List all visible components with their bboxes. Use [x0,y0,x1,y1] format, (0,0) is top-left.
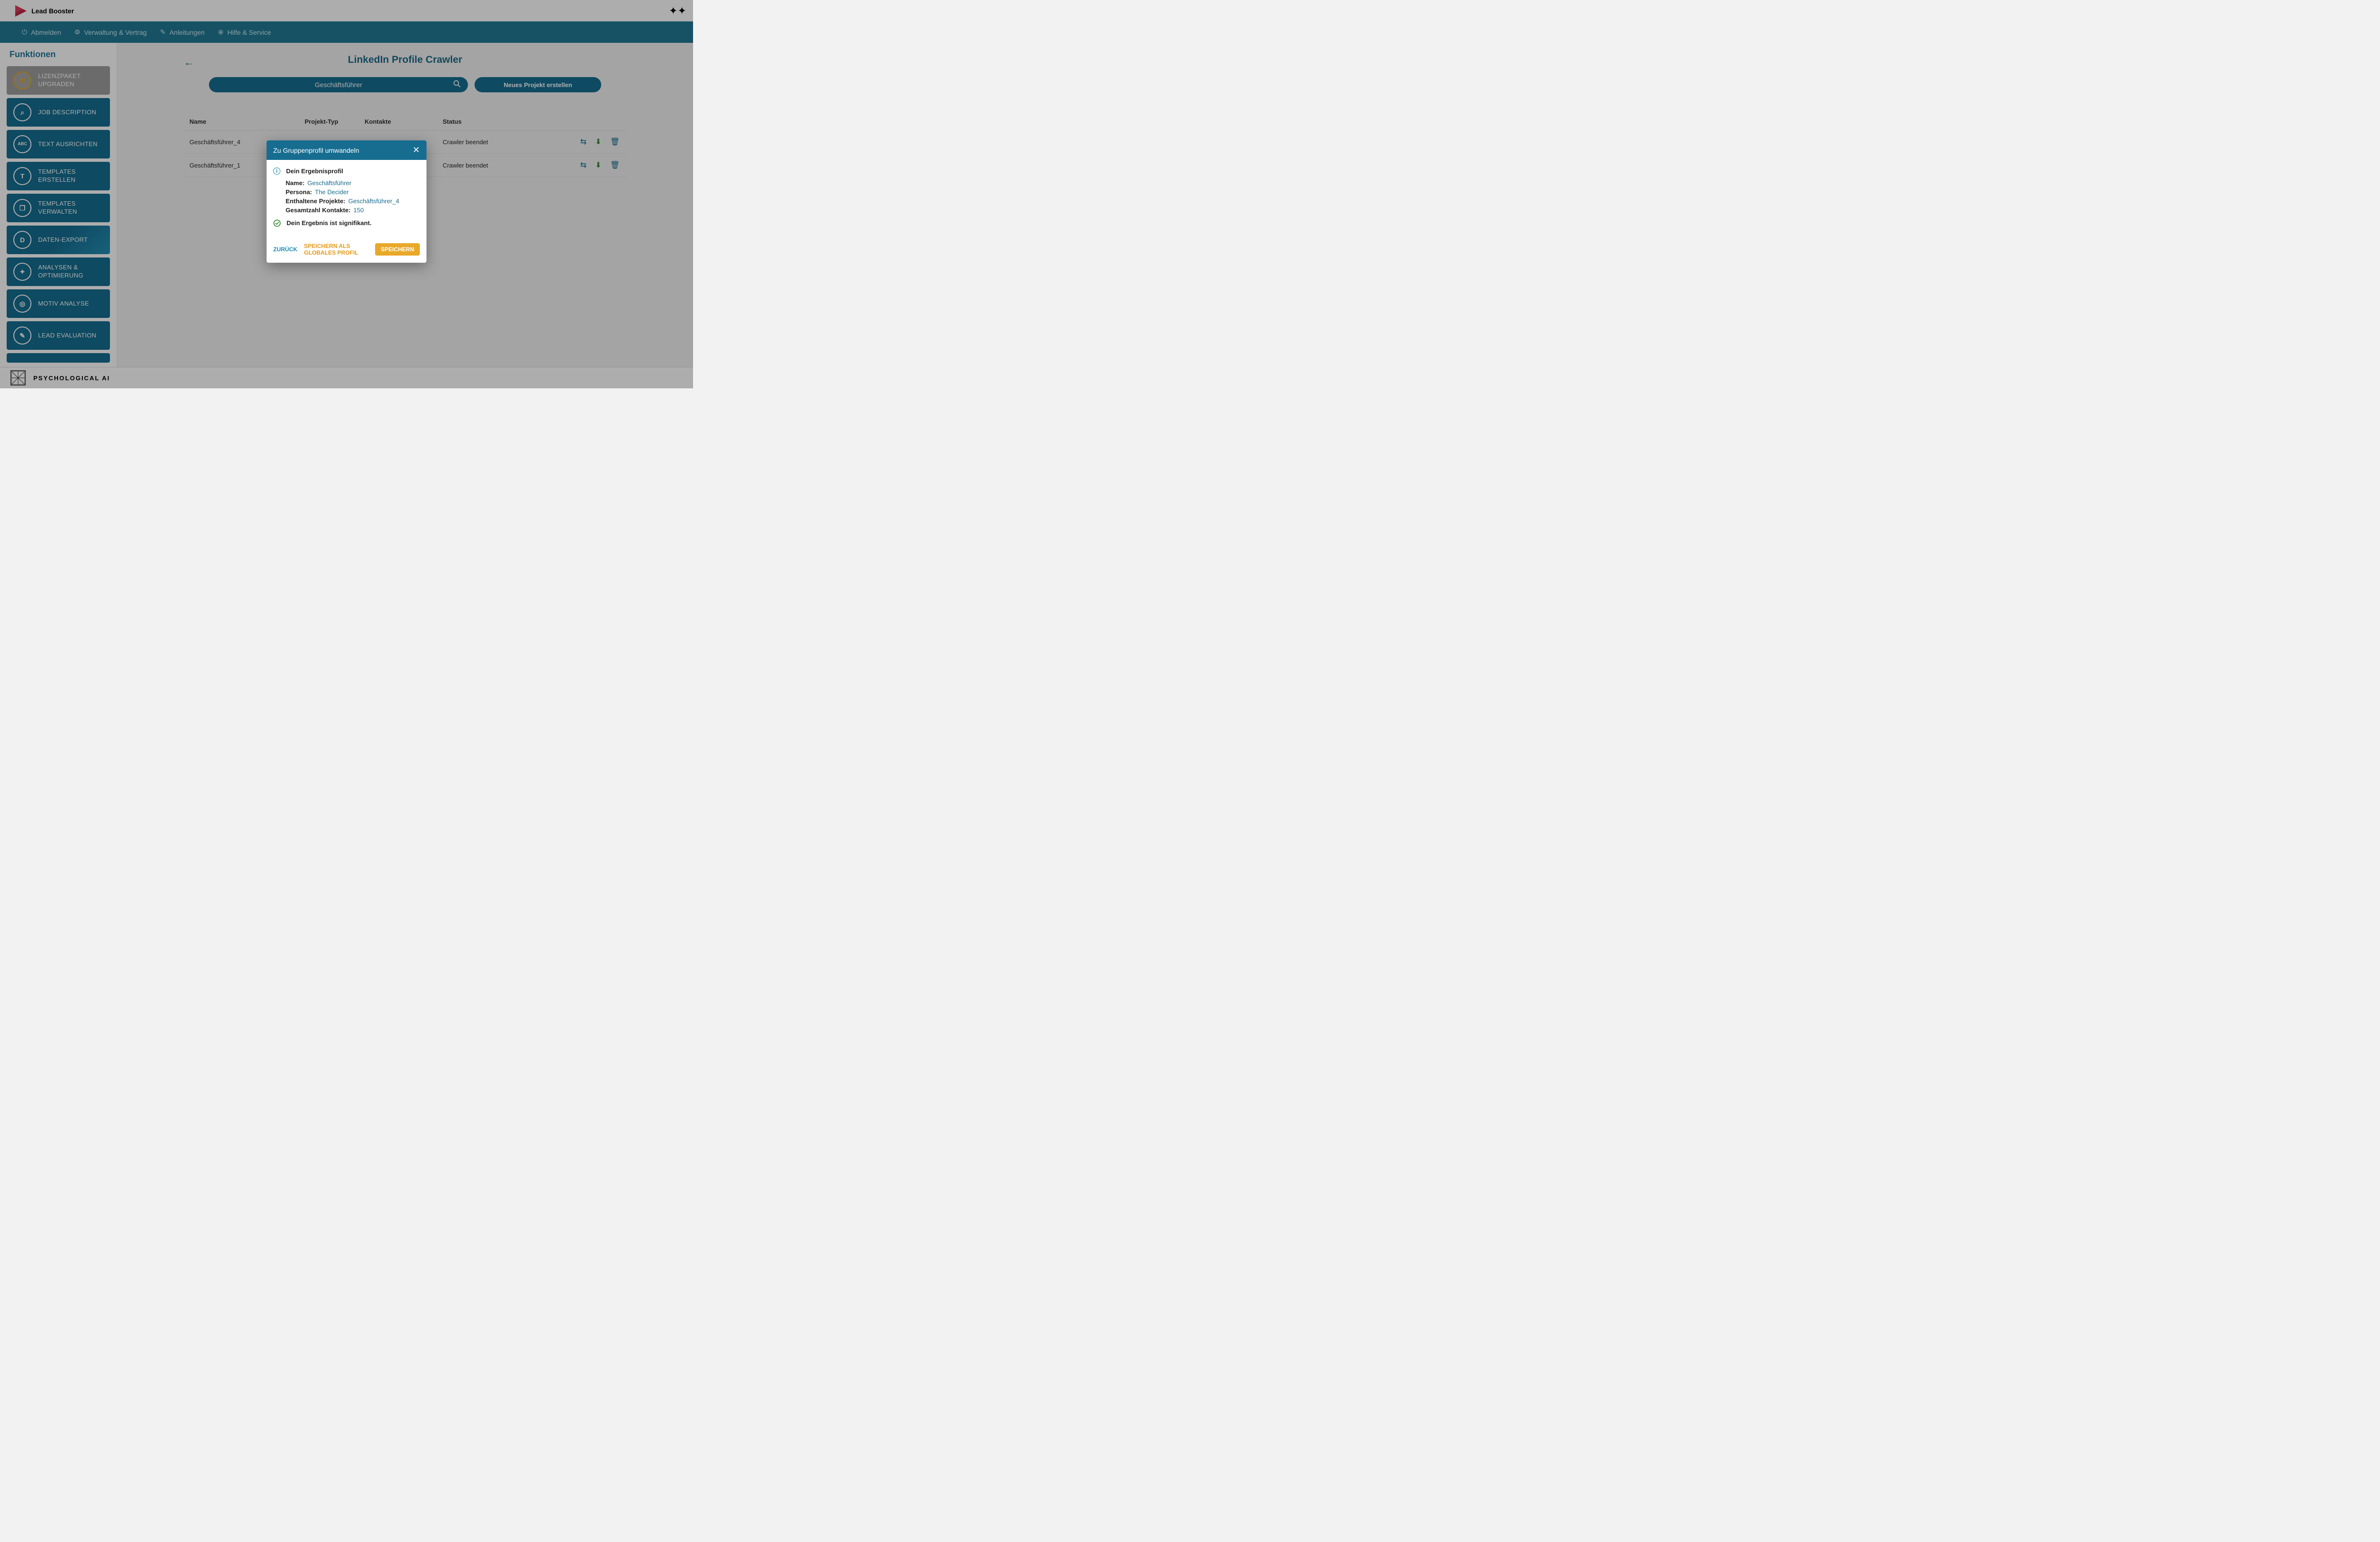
save-button[interactable]: SPEICHERN [375,243,420,256]
modal-result-heading: Dein Ergebnisprofil [286,168,343,175]
modal-title: Zu Gruppenprofil umwandeln [273,147,359,154]
field-name-value: Geschäftsführer [307,179,352,187]
field-persona-label: Persona: [286,188,312,196]
convert-group-modal: Zu Gruppenprofil umwandeln ✕ i Dein Erge… [267,140,426,263]
field-contacts-label: Gesamtzahl Kontakte: [286,207,351,214]
significance-text: Dein Ergebnis ist signifikant. [287,219,371,227]
field-name-label: Name: [286,179,305,187]
save-global-button[interactable]: SPEICHERN ALS GLOBALES PROFIL [304,243,368,256]
info-icon: i [273,168,280,175]
field-projects-value: Geschäftsführer_4 [348,198,399,205]
check-circle-icon [273,219,281,229]
close-icon[interactable]: ✕ [413,145,420,155]
field-persona-value: The Decider [315,188,349,196]
field-contacts-value: 150 [354,207,364,214]
back-button[interactable]: ZURÜCK [273,246,298,253]
field-projects-label: Enthaltene Projekte: [286,198,346,205]
modal-header: Zu Gruppenprofil umwandeln ✕ [267,140,426,160]
